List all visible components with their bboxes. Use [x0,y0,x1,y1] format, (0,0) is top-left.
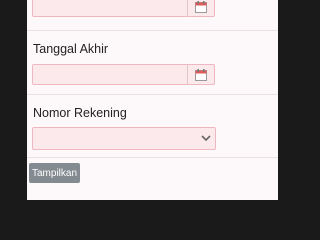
account-number-select[interactable] [32,127,216,150]
divider [27,157,278,158]
account-number-label: Nomor Rekening [33,106,127,120]
end-date-label: Tanggal Akhir [33,42,109,56]
end-date-input[interactable] [32,64,187,85]
divider [27,94,278,95]
start-date-input[interactable] [32,0,187,17]
show-button[interactable]: Tampilkan [29,163,80,183]
start-date-picker-button[interactable] [187,0,215,17]
calendar-icon [195,68,207,81]
divider [27,30,278,31]
calendar-icon [195,0,207,13]
end-date-picker-button[interactable] [187,64,215,85]
chevron-down-icon [197,128,215,149]
filter-form: Tanggal Akhir Nomor Rekening Tampilkan [27,0,278,200]
